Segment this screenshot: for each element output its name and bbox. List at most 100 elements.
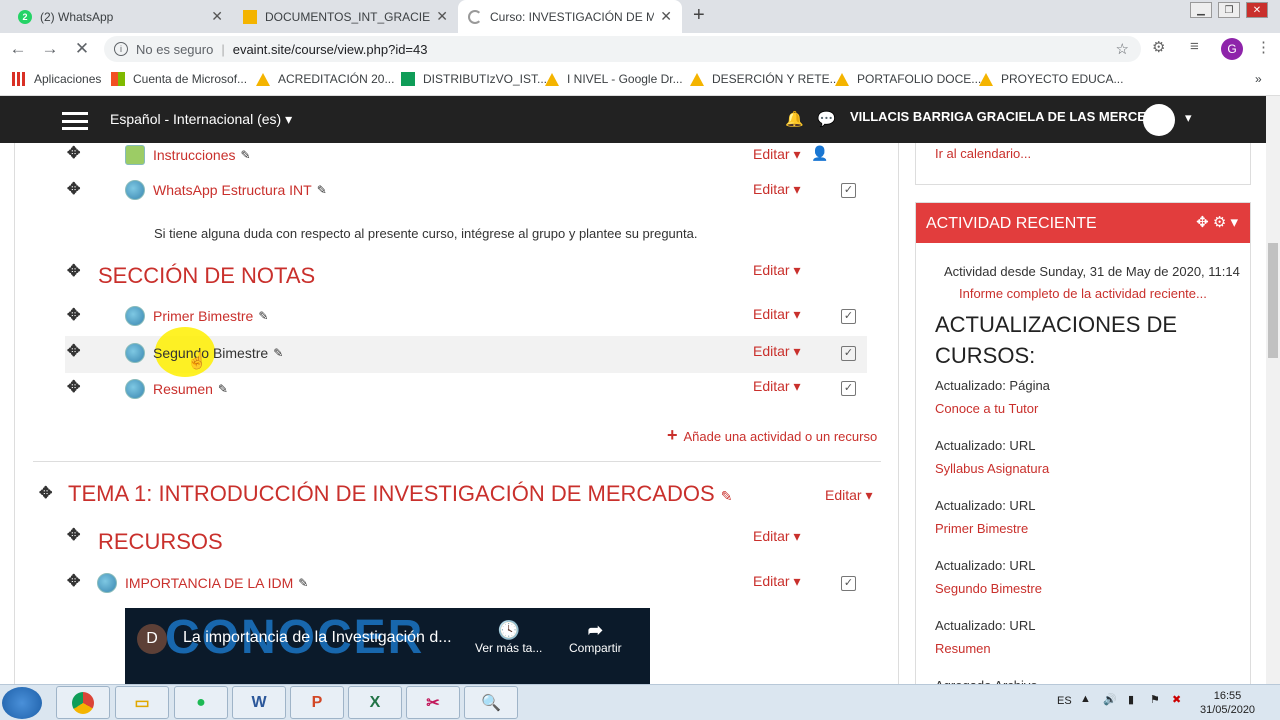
update-link[interactable]: Syllabus Asignatura	[935, 461, 1049, 476]
edit-pencil-icon[interactable]: ✎	[298, 576, 308, 590]
bookmark-acreditacion[interactable]: ACREDITACIÓN 20...	[256, 72, 394, 86]
completion-checkbox[interactable]: ✓	[841, 381, 856, 396]
chrome-taskbar-icon[interactable]	[56, 686, 110, 719]
edit-pencil-icon[interactable]: ✎	[258, 309, 268, 323]
bookmark-star-icon[interactable]: ☆	[1116, 40, 1129, 58]
share-button[interactable]: ➦ Compartir	[569, 620, 622, 655]
new-tab-button[interactable]: +	[693, 4, 705, 27]
tab-curso[interactable]: Curso: INVESTIGACIÓN DE MERC ✕	[458, 0, 682, 33]
edit-pencil-icon[interactable]: ✎	[218, 382, 228, 396]
bookmark-apps[interactable]: Aplicaciones	[12, 72, 101, 86]
bookmark-proyecto[interactable]: PROYECTO EDUCA...	[979, 72, 1123, 86]
move-handle-icon[interactable]: ✥	[39, 483, 52, 503]
watch-later-button[interactable]: 🕓 Ver más ta...	[475, 620, 542, 655]
bookmark-microsoft[interactable]: Cuenta de Microsof...	[111, 72, 247, 86]
activity-whatsapp[interactable]: WhatsApp Estructura INT ✎	[125, 180, 327, 200]
block-tools[interactable]: ✥ ⚙ ▾	[1196, 213, 1238, 231]
edit-menu[interactable]: Editar	[753, 528, 801, 545]
system-clock[interactable]: 16:55 31/05/2020	[1200, 689, 1255, 717]
edit-menu[interactable]: Editar	[753, 306, 801, 323]
user-avatar-icon[interactable]	[1143, 104, 1175, 136]
user-menu-caret-icon[interactable]: ▾	[1185, 110, 1192, 126]
update-link[interactable]: Segundo Bimestre	[935, 581, 1042, 596]
user-menu[interactable]: VILLACIS BARRIGA GRACIELA DE LAS MERCEDE…	[850, 109, 1173, 124]
bookmarks-overflow-icon[interactable]: »	[1255, 72, 1262, 86]
completion-checkbox[interactable]: ✓	[841, 183, 856, 198]
move-handle-icon[interactable]: ✥	[67, 377, 80, 397]
extension-icon[interactable]: ⚙	[1152, 38, 1165, 56]
snipping-tool-icon[interactable]: ✂	[406, 686, 460, 719]
maximize-button[interactable]: ❐	[1218, 2, 1240, 18]
edit-menu[interactable]: Editar	[825, 487, 873, 504]
start-button[interactable]	[2, 687, 42, 719]
hamburger-menu-icon[interactable]	[62, 112, 88, 130]
minimize-button[interactable]: ▁	[1190, 2, 1212, 18]
close-tab-icon[interactable]: ✕	[660, 8, 672, 25]
bookmark-portafolio[interactable]: PORTAFOLIO DOCE...	[835, 72, 981, 86]
menu-icon[interactable]: ⋮	[1256, 38, 1271, 56]
media-control-icon[interactable]: ≡	[1190, 38, 1199, 55]
bookmark-i-nivel[interactable]: I NIVEL - Google Dr...	[545, 72, 683, 86]
update-link[interactable]: Primer Bimestre	[935, 521, 1028, 536]
magnifier-icon[interactable]: 🔍	[464, 686, 518, 719]
bookmark-distributivo[interactable]: DISTRIBUTIzVO_IST...	[401, 72, 547, 86]
activity-primer-bimestre[interactable]: Primer Bimestre ✎	[125, 306, 268, 326]
move-handle-icon[interactable]: ✥	[67, 261, 80, 281]
activity-resumen[interactable]: Resumen ✎	[125, 379, 228, 399]
language-menu[interactable]: Español - Internacional (es) ▾	[110, 111, 292, 128]
group-mode-icon[interactable]: 👤	[811, 145, 828, 162]
move-handle-icon[interactable]: ✥	[67, 143, 80, 163]
address-bar[interactable]: i No es seguro | evaint.site/course/view…	[104, 36, 1141, 62]
network-icon[interactable]: ▮	[1128, 693, 1134, 706]
info-icon[interactable]: i	[114, 42, 128, 56]
device-icon[interactable]: ⚑	[1150, 693, 1160, 706]
move-handle-icon[interactable]: ✥	[67, 525, 80, 545]
embedded-video[interactable]: CONOCER D La importancia de la Investiga…	[125, 608, 650, 684]
edit-pencil-icon[interactable]: ✎	[317, 183, 327, 197]
calendar-link[interactable]: Ir al calendario...	[935, 146, 1031, 161]
move-handle-icon[interactable]: ✥	[67, 305, 80, 325]
full-report-link[interactable]: Informe completo de la actividad recient…	[959, 286, 1207, 301]
scrollbar-thumb[interactable]	[1268, 243, 1278, 358]
edit-menu[interactable]: Editar	[753, 378, 801, 395]
edit-menu[interactable]: Editar	[753, 343, 801, 360]
gear-icon[interactable]: ⚙	[1213, 214, 1226, 231]
tray-up-arrow-icon[interactable]: ▲	[1080, 693, 1091, 705]
activity-instrucciones[interactable]: Instrucciones ✎	[125, 145, 251, 165]
channel-avatar[interactable]: D	[137, 624, 167, 654]
close-tab-icon[interactable]: ✕	[436, 8, 448, 25]
file-explorer-icon[interactable]: ▭	[115, 686, 169, 719]
edit-pencil-icon[interactable]: ✎	[240, 148, 250, 162]
move-handle-icon[interactable]: ✥	[67, 571, 80, 591]
volume-icon[interactable]: 🔊	[1103, 693, 1117, 706]
powerpoint-icon[interactable]: P	[290, 686, 344, 719]
stop-loading-button[interactable]: ✕	[68, 35, 96, 63]
move-handle-icon[interactable]: ✥	[1196, 214, 1209, 231]
edit-menu[interactable]: Editar	[753, 146, 801, 163]
edit-pencil-icon[interactable]: ✎	[273, 346, 283, 360]
page-scrollbar[interactable]	[1266, 96, 1280, 684]
excel-icon[interactable]: X	[348, 686, 402, 719]
messages-icon[interactable]: 💬	[817, 110, 836, 128]
close-window-button[interactable]: ✕	[1246, 2, 1268, 18]
video-title[interactable]: La importancia de la Investigación d...	[183, 629, 452, 647]
edit-menu[interactable]: Editar	[753, 573, 801, 590]
completion-checkbox[interactable]: ✓	[841, 346, 856, 361]
tab-documentos[interactable]: DOCUMENTOS_INT_GRACIELA_V ✕	[233, 0, 458, 33]
edit-menu[interactable]: Editar	[753, 181, 801, 198]
word-icon[interactable]: W	[232, 686, 286, 719]
language-indicator[interactable]: ES	[1057, 695, 1072, 707]
update-link[interactable]: Conoce a tu Tutor	[935, 401, 1038, 416]
bookmark-desercion[interactable]: DESERCIÓN Y RETE...	[690, 72, 840, 86]
forward-button[interactable]: →	[36, 35, 64, 63]
back-button[interactable]: ←	[4, 35, 32, 63]
alert-icon[interactable]: ✖	[1172, 693, 1181, 706]
edit-menu[interactable]: Editar	[753, 262, 801, 279]
profile-avatar[interactable]: G	[1221, 38, 1243, 60]
edit-pencil-icon[interactable]: ✎	[721, 488, 733, 504]
move-handle-icon[interactable]: ✥	[67, 341, 80, 361]
update-link[interactable]: Resumen	[935, 641, 991, 656]
completion-checkbox[interactable]: ✓	[841, 309, 856, 324]
completion-checkbox[interactable]: ✓	[841, 576, 856, 591]
close-tab-icon[interactable]: ✕	[211, 8, 223, 25]
